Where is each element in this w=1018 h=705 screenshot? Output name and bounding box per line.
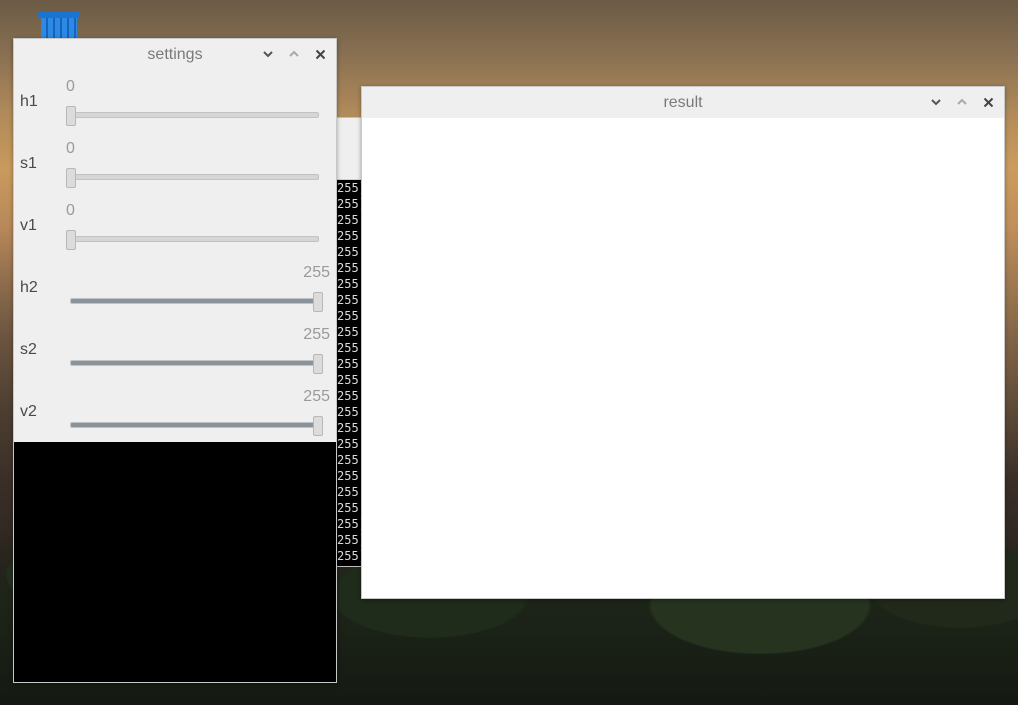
slider-thumb[interactable] — [66, 230, 76, 250]
trackbar-h1: h1 0 — [14, 70, 336, 132]
trackbar-label: h2 — [20, 279, 38, 296]
chevron-up-icon[interactable] — [954, 93, 970, 111]
settings-titlebar[interactable]: settings — [14, 39, 336, 70]
settings-window[interactable]: settings h1 0 s1 0 v1 0 h2 255 s2 255 v2 255 — [13, 38, 337, 683]
trackbar-value: 255 — [303, 326, 330, 343]
trackbar-v2: v2 255 — [14, 380, 336, 442]
slider-track[interactable] — [66, 230, 319, 250]
slider-track[interactable] — [70, 354, 323, 374]
trackbar-h2: h2 255 — [14, 256, 336, 318]
slider-track[interactable] — [66, 168, 319, 188]
chevron-down-icon[interactable] — [260, 45, 276, 63]
trackbar-value: 255 — [303, 264, 330, 281]
trackbar-value: 0 — [66, 202, 75, 219]
trackbar-label: h1 — [20, 93, 38, 110]
slider-fill — [71, 423, 318, 427]
trackbar-value: 255 — [303, 388, 330, 405]
slider-thumb[interactable] — [313, 416, 323, 436]
slider-fill — [71, 299, 318, 303]
result-title: result — [663, 93, 703, 111]
slider-thumb[interactable] — [313, 292, 323, 312]
trackbar-value: 0 — [66, 78, 75, 95]
trackbar-label: s2 — [20, 341, 37, 358]
slider-track[interactable] — [70, 292, 323, 312]
trackbar-label: v1 — [20, 217, 37, 234]
slider-track[interactable] — [70, 416, 323, 436]
settings-title: settings — [147, 45, 203, 63]
slider-thumb[interactable] — [66, 168, 76, 188]
trackbar-s1: s1 0 — [14, 132, 336, 194]
result-titlebar[interactable]: result — [362, 87, 1004, 118]
chevron-up-icon[interactable] — [286, 45, 302, 63]
settings-image-canvas — [14, 442, 336, 682]
trackbar-label: s1 — [20, 155, 37, 172]
close-icon[interactable] — [980, 93, 996, 111]
result-image-canvas — [362, 118, 1004, 598]
trackbar-value: 0 — [66, 140, 75, 157]
trackbar-label: v2 — [20, 403, 37, 420]
chevron-down-icon[interactable] — [928, 93, 944, 111]
result-window[interactable]: result — [361, 86, 1005, 599]
slider-fill — [71, 361, 318, 365]
slider-thumb[interactable] — [313, 354, 323, 374]
trackbar-s2: s2 255 — [14, 318, 336, 380]
slider-thumb[interactable] — [66, 106, 76, 126]
trash-icon[interactable] — [37, 12, 81, 42]
trackbar-panel: h1 0 s1 0 v1 0 h2 255 s2 255 v2 255 — [14, 70, 336, 442]
slider-track[interactable] — [66, 106, 319, 126]
trackbar-v1: v1 0 — [14, 194, 336, 256]
close-icon[interactable] — [312, 45, 328, 63]
